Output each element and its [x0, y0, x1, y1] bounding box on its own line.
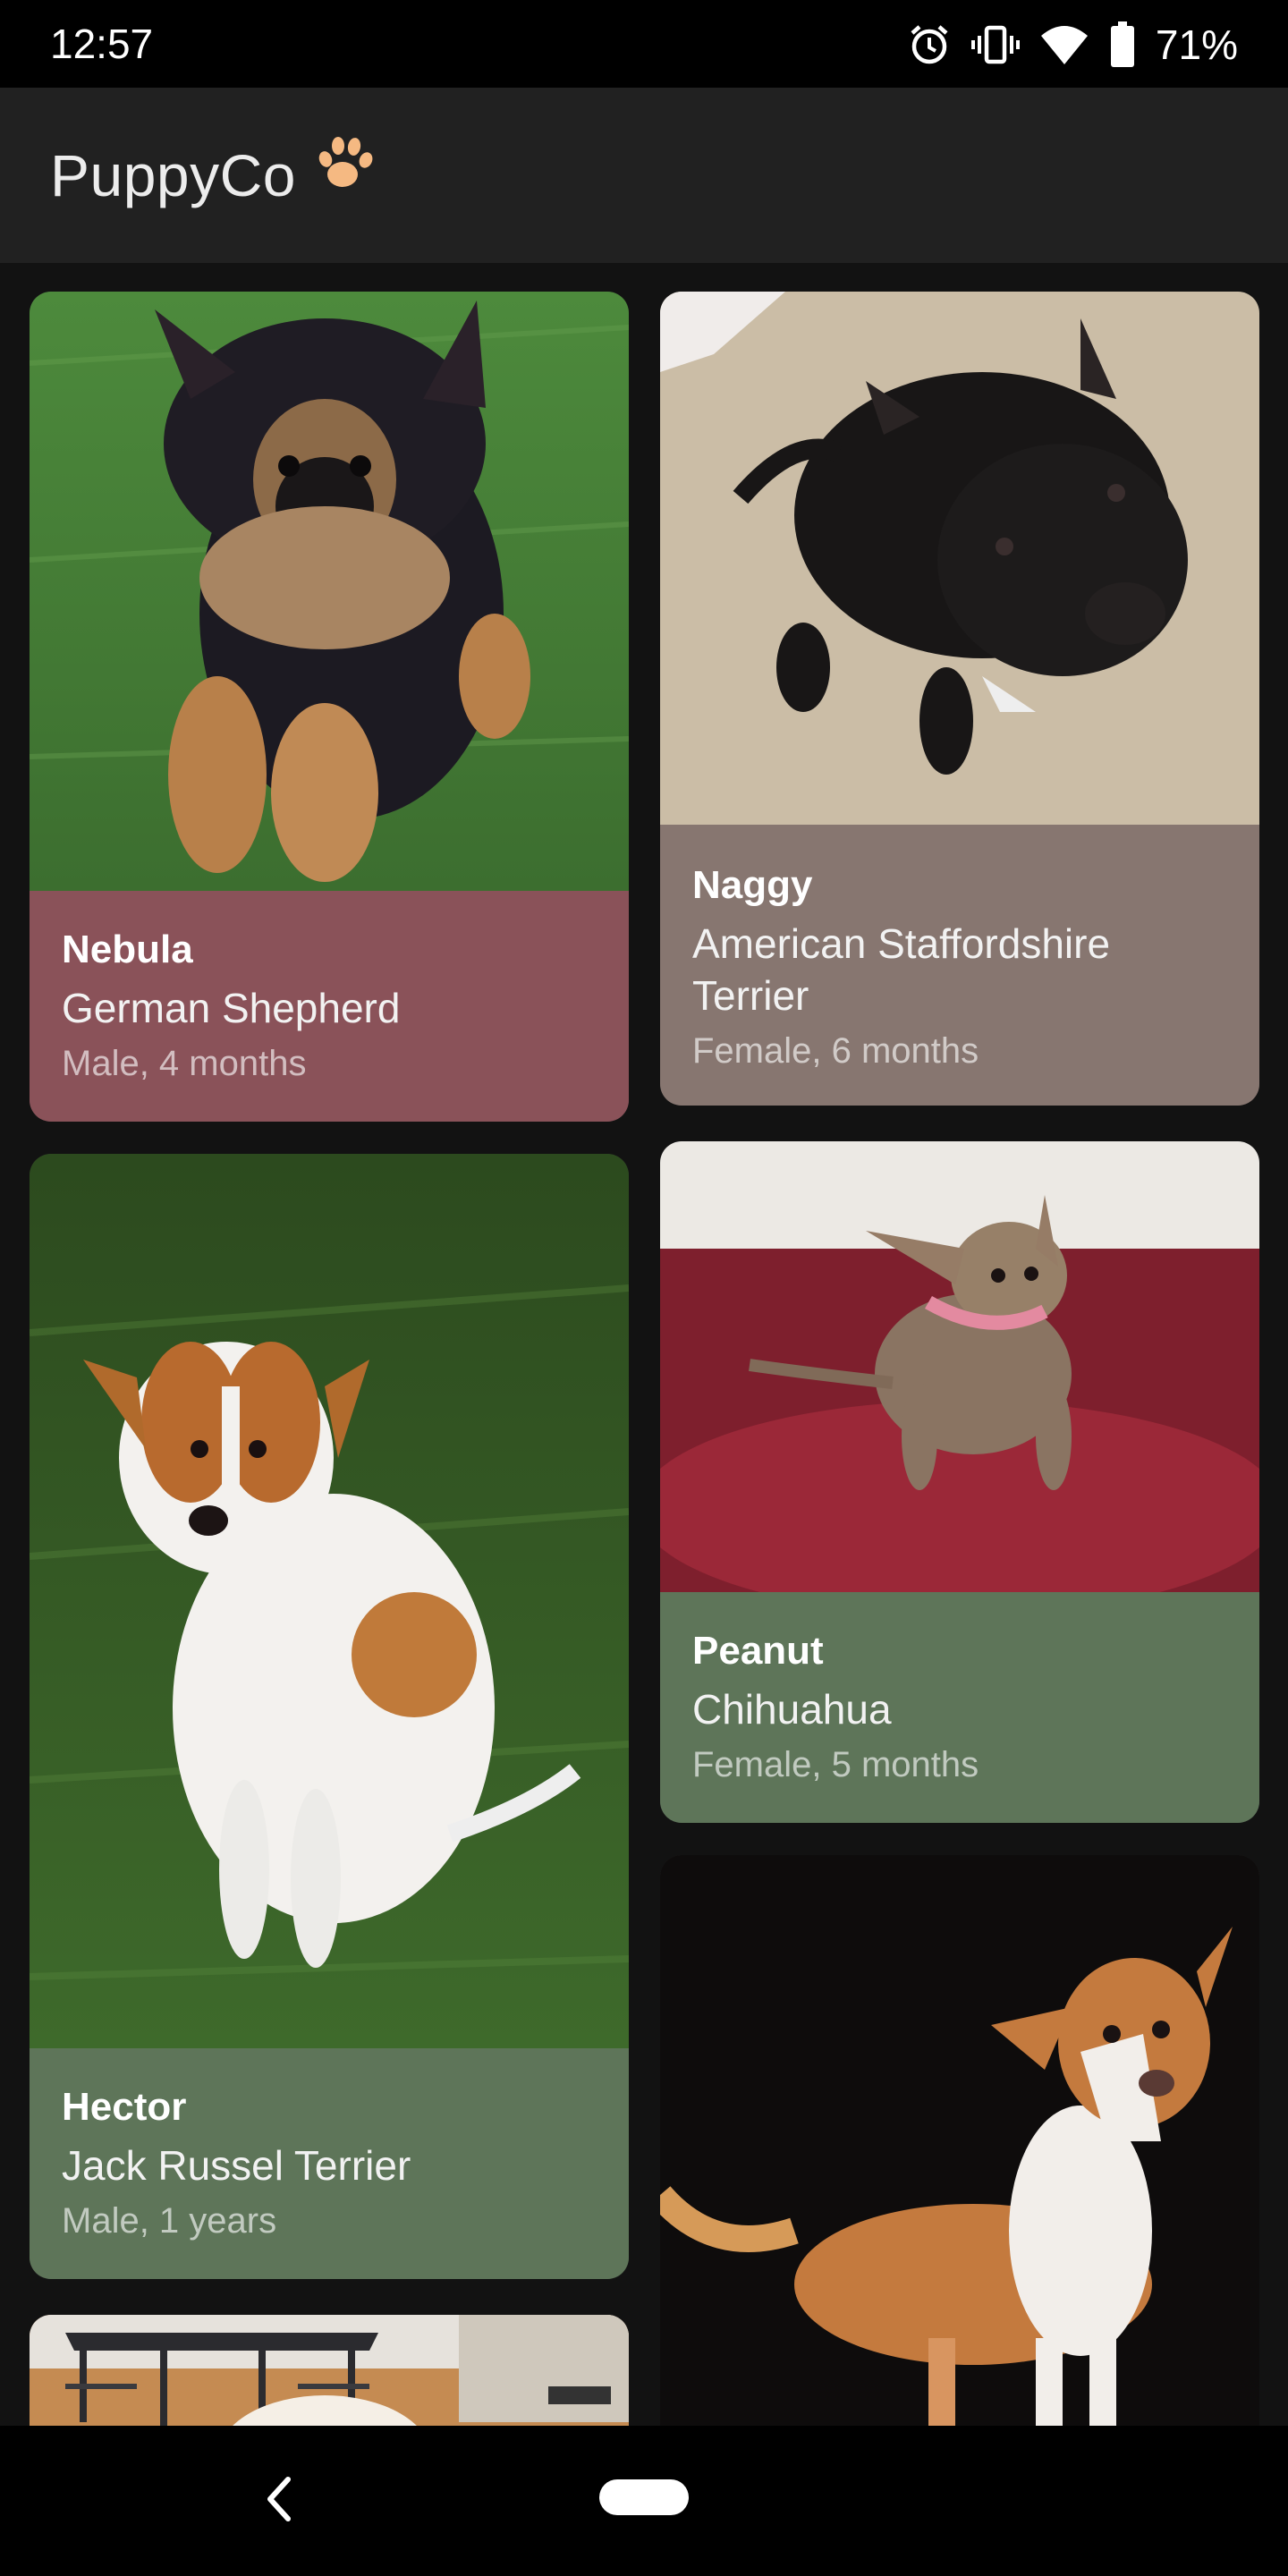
- puppy-breed: Jack Russel Terrier: [62, 2142, 411, 2189]
- puppy-meta: Male, 1 years: [62, 2201, 277, 2241]
- app-title: PuppyCo: [50, 142, 297, 208]
- card-info-peanut: Peanut Chihuahua Female, 5 months: [660, 1592, 1259, 1823]
- status-time: 12:57: [50, 21, 154, 67]
- puppy-photo-hector: [30, 1154, 629, 2048]
- battery-percent: 71%: [1155, 21, 1238, 68]
- puppy-photo-nebula: [30, 292, 629, 891]
- card-info-hector: Hector Jack Russel Terrier Male, 1 years: [30, 2048, 629, 2279]
- chevron-left-icon[interactable]: [259, 2474, 299, 2524]
- puppy-card-partial-left[interactable]: [30, 2315, 629, 2426]
- status-bar: 12:57 71%: [0, 0, 1288, 88]
- puppy-meta: Female, 6 months: [692, 1031, 979, 1071]
- alarm-icon: [911, 25, 948, 64]
- puppy-photo-partial-right: [660, 1855, 1259, 2426]
- puppy-name: Peanut: [692, 1629, 824, 1673]
- app-bar: PuppyCo: [0, 88, 1288, 263]
- puppy-photo-partial-left: [30, 2315, 629, 2426]
- home-pill-icon[interactable]: [599, 2479, 689, 2515]
- puppy-meta: Male, 4 months: [62, 1044, 307, 1083]
- card-info-naggy: Naggy American Staffordshire Terrier Fem…: [660, 825, 1259, 1106]
- puppy-breed: American Staffordshire Terrier: [692, 920, 1111, 1019]
- puppy-breed: German Shepherd: [62, 985, 401, 1031]
- puppy-card-partial-right[interactable]: [660, 1855, 1259, 2426]
- puppy-name: Hector: [62, 2085, 187, 2129]
- puppy-breed: Chihuahua: [692, 1686, 892, 1733]
- battery-icon: [1110, 21, 1134, 67]
- puppy-photo-naggy: [660, 292, 1259, 825]
- navigation-bar: [0, 2426, 1288, 2576]
- card-info-nebula: Nebula German Shepherd Male, 4 months: [30, 891, 629, 1122]
- wifi-icon: [1040, 26, 1088, 64]
- puppy-photo-peanut: [660, 1141, 1259, 1592]
- vibrate-icon: [970, 25, 1020, 64]
- puppy-name: Naggy: [692, 863, 813, 907]
- puppy-name: Nebula: [62, 928, 193, 971]
- paw-icon: [318, 137, 373, 187]
- status-icons: 71%: [907, 20, 1238, 70]
- puppy-meta: Female, 5 months: [692, 1745, 979, 1784]
